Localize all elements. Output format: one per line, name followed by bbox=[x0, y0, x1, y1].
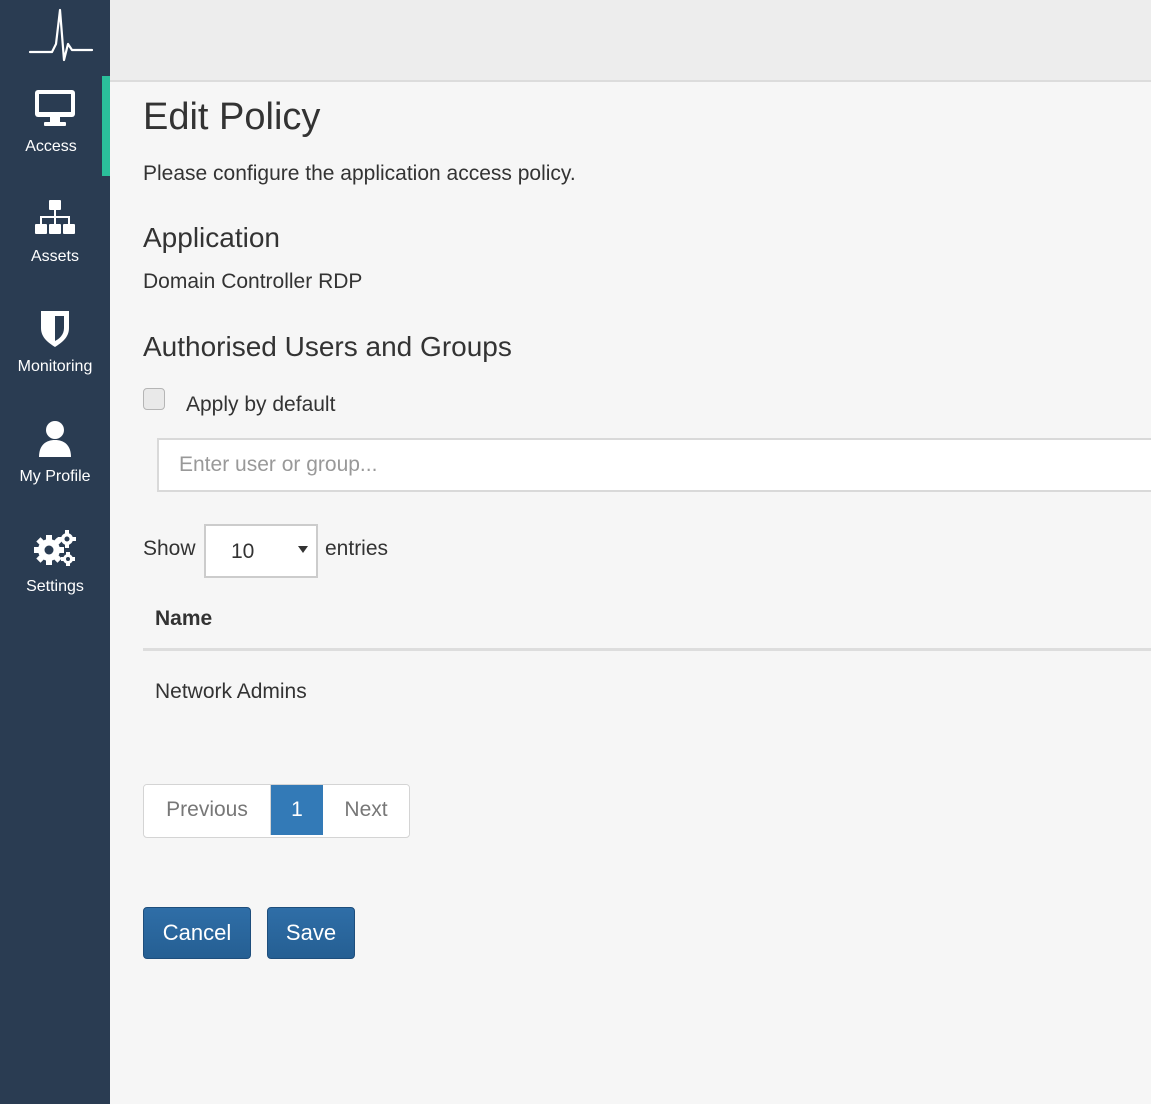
save-button[interactable]: Save bbox=[267, 907, 355, 959]
sidebar-item-assets[interactable]: Assets bbox=[0, 186, 110, 286]
application-name: Domain Controller RDP bbox=[143, 270, 363, 293]
sitemap-icon bbox=[0, 198, 110, 238]
table-row[interactable]: Network Admins bbox=[143, 662, 1151, 728]
gears-icon bbox=[0, 528, 110, 568]
entries-label: entries bbox=[325, 537, 389, 560]
sidebar-item-settings[interactable]: Settings bbox=[0, 516, 110, 616]
sidebar-item-access[interactable]: Access bbox=[0, 76, 110, 176]
cancel-button[interactable]: Cancel bbox=[143, 907, 251, 959]
user-icon bbox=[0, 418, 110, 458]
page-1-button[interactable]: 1 bbox=[271, 785, 323, 835]
table-header-divider bbox=[143, 648, 1151, 651]
top-bar bbox=[110, 0, 1151, 82]
column-header-name[interactable]: Name bbox=[155, 607, 212, 631]
sidebar-item-monitoring[interactable]: Monitoring bbox=[0, 296, 110, 396]
sidebar-item-label: Monitoring bbox=[17, 358, 93, 375]
page-title: Edit Policy bbox=[143, 96, 321, 138]
monitor-icon bbox=[0, 88, 110, 128]
users-heading: Authorised Users and Groups bbox=[143, 331, 512, 362]
sidebar: Access Assets Monitoring My Profile Sett… bbox=[0, 0, 110, 1104]
heartbeat-icon[interactable] bbox=[28, 6, 94, 64]
application-heading: Application bbox=[143, 222, 280, 253]
next-page-button[interactable]: Next bbox=[323, 785, 409, 835]
sidebar-item-label: Assets bbox=[30, 248, 79, 265]
page-description: Please configure the application access … bbox=[143, 162, 576, 185]
shield-icon bbox=[0, 308, 110, 348]
sidebar-item-label: My Profile bbox=[19, 468, 91, 485]
user-group-search-input[interactable] bbox=[157, 438, 1151, 492]
previous-page-button[interactable]: Previous bbox=[144, 785, 271, 835]
table-cell-name: Network Admins bbox=[155, 680, 307, 703]
caret-down-icon bbox=[298, 542, 308, 554]
sidebar-item-label: Access bbox=[25, 138, 77, 155]
apply-by-default-checkbox[interactable] bbox=[143, 388, 165, 410]
pagination: Previous 1 Next bbox=[143, 784, 410, 838]
entries-select-value: 10 bbox=[231, 540, 255, 563]
show-label: Show bbox=[143, 537, 196, 560]
sidebar-item-label: Settings bbox=[26, 578, 84, 595]
sidebar-item-my-profile[interactable]: My Profile bbox=[0, 406, 110, 506]
entries-per-page-select[interactable]: 10 bbox=[204, 524, 318, 578]
apply-by-default-label[interactable]: Apply by default bbox=[186, 393, 335, 417]
